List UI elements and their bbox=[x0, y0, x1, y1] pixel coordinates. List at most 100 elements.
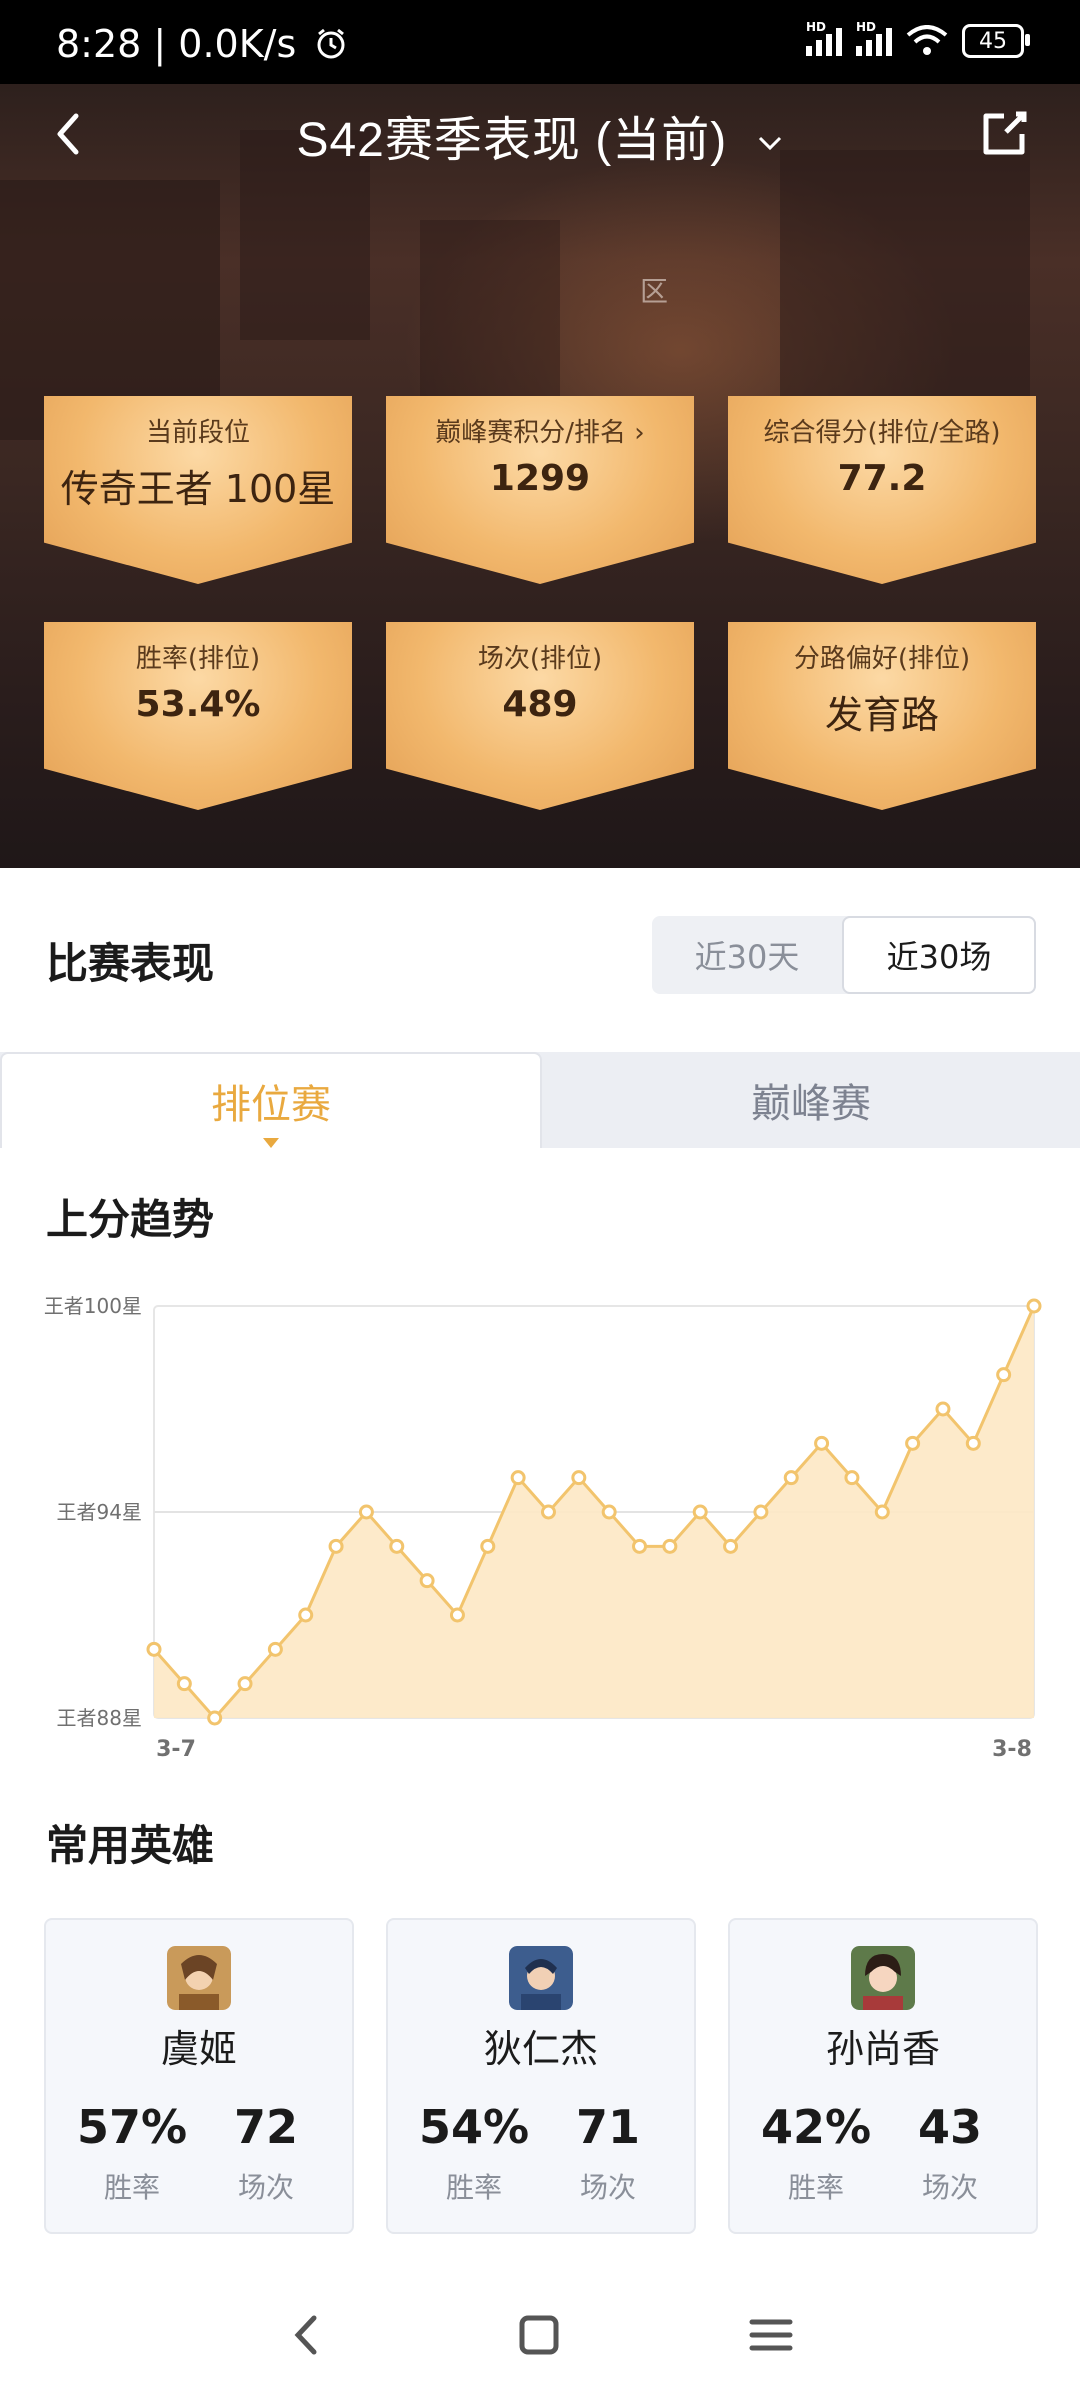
chart-data-point bbox=[571, 1470, 587, 1486]
chevron-down-icon bbox=[758, 137, 781, 151]
active-tab-caret-icon bbox=[263, 1138, 279, 1148]
chart-data-point bbox=[844, 1470, 860, 1486]
share-icon[interactable] bbox=[976, 106, 1032, 162]
chart-data-point bbox=[692, 1504, 708, 1520]
hero-winrate-label: 胜率 bbox=[445, 2171, 502, 2204]
range-segmented-control: 近30天 近30场 bbox=[652, 916, 1036, 994]
hero-avatar bbox=[509, 1946, 573, 2010]
chart-data-point bbox=[753, 1504, 769, 1520]
season-selector[interactable]: S42赛季表现 (当前) bbox=[0, 100, 1080, 170]
chart-data-point bbox=[298, 1607, 314, 1623]
tab-peak-label: 巅峰赛 bbox=[751, 1081, 871, 1127]
match-type-tabs: 排位赛 巅峰赛 bbox=[0, 1052, 1080, 1148]
chart-data-point bbox=[176, 1676, 192, 1692]
section-title-trend: 上分趋势 bbox=[46, 1195, 215, 1244]
stat-value: 53.4% bbox=[135, 684, 261, 725]
chart-data-point bbox=[328, 1538, 344, 1554]
hero-winrate: 42% bbox=[760, 2100, 872, 2154]
stat-card-lane: 分路偏好(排位) 发育路 bbox=[728, 622, 1036, 810]
stat-card-games: 场次(排位) 489 bbox=[386, 622, 694, 810]
battery-level: 45 bbox=[979, 28, 1007, 54]
status-bar: 8:28 | 0.0K/s HD HD 45 bbox=[0, 0, 1080, 84]
chart-y-tick-label: 王者100星 bbox=[44, 1294, 142, 1318]
nav-menu-icon[interactable] bbox=[736, 2300, 806, 2370]
chart-data-point bbox=[146, 1641, 162, 1657]
hero-winrate: 57% bbox=[76, 2100, 188, 2154]
hero-winrate: 54% bbox=[418, 2100, 530, 2154]
hero-games-label: 场次 bbox=[579, 2171, 636, 2204]
tab-ranked[interactable]: 排位赛 bbox=[0, 1052, 542, 1148]
stat-value: 传奇王者 100星 bbox=[60, 467, 336, 511]
stat-label: 分路偏好(排位) bbox=[793, 644, 971, 674]
stat-label: 当前段位 bbox=[145, 418, 250, 448]
signal-icon: HD bbox=[806, 20, 842, 56]
section-title-performance: 比赛表现 bbox=[46, 939, 215, 988]
chart-data-point bbox=[207, 1710, 223, 1726]
nav-home-icon[interactable] bbox=[504, 2300, 574, 2370]
chart-data-point bbox=[632, 1538, 648, 1554]
signal-hd-label: HD bbox=[856, 20, 877, 34]
chart-x-tick-label: 3-8 bbox=[992, 1737, 1032, 1762]
chart-y-tick-label: 王者88星 bbox=[57, 1706, 142, 1730]
nav-back-icon[interactable] bbox=[272, 2300, 342, 2370]
chart-data-point bbox=[540, 1504, 556, 1520]
chart-data-point bbox=[905, 1435, 921, 1451]
section-title-heroes: 常用英雄 bbox=[46, 1821, 215, 1870]
hero-games: 71 bbox=[575, 2100, 640, 2154]
stat-value: 489 bbox=[502, 684, 578, 725]
stat-card-score: 综合得分(排位/全路) 77.2 bbox=[728, 396, 1036, 584]
title-bar: S42赛季表现 (当前) bbox=[0, 84, 1080, 184]
stat-value: 77.2 bbox=[837, 458, 927, 499]
chart-data-point bbox=[935, 1401, 951, 1417]
signal-hd-label: HD bbox=[806, 20, 827, 34]
region-watermark: 区 bbox=[640, 275, 669, 308]
hero-games-label: 场次 bbox=[237, 2171, 294, 2204]
rank-trend-chart: 王者100星王者94星王者88星 3-7 3-8 bbox=[44, 1294, 1042, 1762]
hero-games: 43 bbox=[917, 2100, 982, 2154]
stat-label: 胜率(排位) bbox=[135, 644, 261, 674]
tab-peak[interactable]: 巅峰赛 bbox=[542, 1052, 1080, 1148]
hero-winrate-label: 胜率 bbox=[103, 2171, 160, 2204]
chart-data-point bbox=[510, 1470, 526, 1486]
hero-name: 狄仁杰 bbox=[483, 2027, 598, 2071]
hero-games-label: 场次 bbox=[921, 2171, 978, 2204]
chart-data-point bbox=[874, 1504, 890, 1520]
stat-label: 综合得分(排位/全路) bbox=[763, 418, 1001, 448]
chart-data-point bbox=[1026, 1298, 1042, 1314]
status-time: 8:28 | 0.0K/s bbox=[56, 22, 348, 66]
stat-card-winrate: 胜率(排位) 53.4% bbox=[44, 622, 352, 810]
season-hero-banner: 8:28 | 0.0K/s HD HD 45 S42赛季表现 (当前) 区 当前… bbox=[0, 0, 1080, 868]
stat-value: 1299 bbox=[489, 458, 591, 499]
hero-card[interactable]: 孙尚香 42% 43 胜率 场次 bbox=[728, 1918, 1038, 2234]
stat-card-peak[interactable]: 巅峰赛积分/排名 › 1299 bbox=[386, 396, 694, 584]
signal-icon: HD bbox=[856, 20, 892, 56]
status-icons: HD HD 45 bbox=[806, 20, 1030, 58]
chart-data-point bbox=[267, 1641, 283, 1657]
stat-card-rank: 当前段位 传奇王者 100星 bbox=[44, 396, 352, 584]
stat-value: 发育路 bbox=[824, 693, 939, 737]
chart-data-point bbox=[814, 1435, 830, 1451]
hero-name: 孙尚香 bbox=[825, 2027, 940, 2071]
page-title: S42赛季表现 (当前) bbox=[296, 114, 728, 167]
segment-30-days[interactable]: 近30天 bbox=[652, 916, 842, 994]
chart-data-point bbox=[996, 1367, 1012, 1383]
chart-data-point bbox=[965, 1435, 981, 1451]
chart-x-tick-label: 3-7 bbox=[156, 1737, 196, 1762]
chart-data-point bbox=[389, 1538, 405, 1554]
chart-y-tick-label: 王者94星 bbox=[57, 1500, 142, 1524]
segment-30-games[interactable]: 近30场 bbox=[842, 916, 1036, 994]
chart-data-point bbox=[662, 1538, 678, 1554]
alarm-icon bbox=[317, 28, 345, 59]
chart-data-point bbox=[480, 1538, 496, 1554]
system-nav-bar bbox=[0, 2270, 1080, 2400]
chart-data-point bbox=[449, 1607, 465, 1623]
wifi-icon bbox=[906, 25, 948, 55]
banner-building bbox=[420, 220, 560, 400]
hero-card[interactable]: 狄仁杰 54% 71 胜率 场次 bbox=[386, 1918, 696, 2234]
chart-data-point bbox=[723, 1538, 739, 1554]
hero-avatar bbox=[851, 1946, 915, 2010]
stat-label: 巅峰赛积分/排名 › bbox=[435, 418, 645, 448]
hero-card[interactable]: 虞姬 57% 72 胜率 场次 bbox=[44, 1918, 354, 2234]
hero-winrate-label: 胜率 bbox=[787, 2171, 844, 2204]
hero-avatar bbox=[167, 1946, 231, 2010]
